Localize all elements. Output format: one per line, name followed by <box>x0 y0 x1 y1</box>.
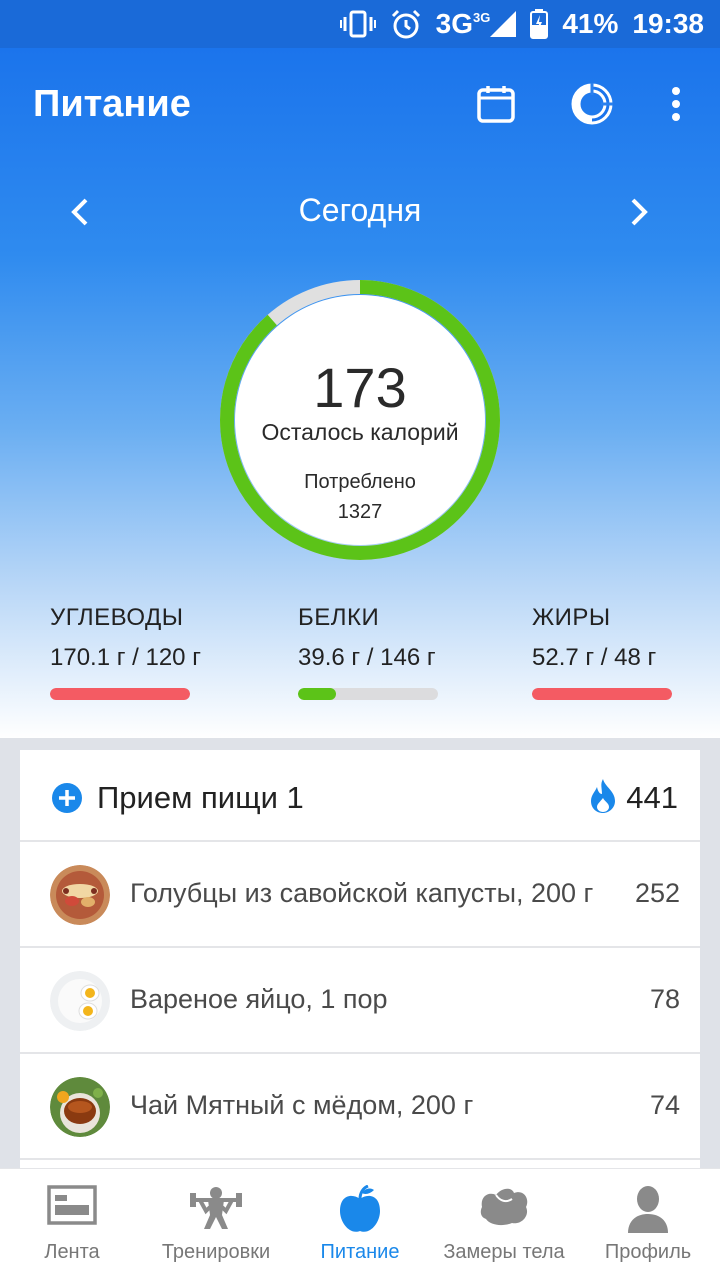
food-name: Вареное яйцо, 1 пор <box>130 984 388 1014</box>
plus-icon <box>59 790 75 806</box>
food-name: Чай Мятный с мёдом, 200 г <box>130 1090 474 1120</box>
apple-icon <box>338 1184 382 1240</box>
calendar-icon <box>477 86 515 123</box>
food-item[interactable]: Вареное яйцо, 1 пор 78 <box>20 948 700 1054</box>
nav-label: Замеры тела <box>443 1241 565 1263</box>
meal-card: Прием пищи 1 441 Голубцы из савойской ка… <box>20 750 700 1180</box>
macro-progress-bar <box>50 688 190 700</box>
meal-header[interactable]: Прием пищи 1 441 <box>20 750 700 842</box>
nav-item-feed[interactable]: Лента <box>0 1169 144 1280</box>
food-calories: 252 <box>634 878 680 908</box>
macro-carbs: УГЛЕВОДЫ 170.1 г / 120 г <box>50 604 250 700</box>
vibrate-icon <box>339 9 376 39</box>
donut-chart-icon <box>571 83 613 125</box>
network-label: 3G <box>435 8 473 39</box>
bicep-icon <box>478 1185 530 1232</box>
macro-name: БЕЛКИ <box>298 604 380 631</box>
battery-icon <box>530 9 549 39</box>
food-calories: 74 <box>649 1090 680 1120</box>
food-item[interactable]: Голубцы из савойской капусты, 200 г 252 <box>20 842 700 948</box>
feed-icon <box>47 1185 97 1230</box>
nav-label: Лента <box>44 1241 100 1263</box>
calories-remaining-label: Осталось калорий <box>261 419 459 445</box>
network-small-label: 3G <box>472 9 491 25</box>
calories-consumed-label: Потреблено <box>304 471 416 493</box>
status-bar: 3G 3G 41% 19:38 <box>0 0 720 48</box>
date-label: Сегодня <box>298 192 422 228</box>
battery-percent: 41% <box>562 8 619 39</box>
more-vert-icon <box>672 87 680 121</box>
page-title: Питание <box>33 82 191 125</box>
calorie-ring: 173 Осталось калорий Потреблено 1327 <box>219 279 501 561</box>
alarm-icon <box>390 8 422 40</box>
calendar-button[interactable] <box>474 82 518 126</box>
macro-fat: ЖИРЫ 52.7 г / 48 г <box>532 604 720 700</box>
signal-3g-icon: 3G 3G <box>436 8 517 40</box>
workout-icon <box>190 1185 242 1236</box>
nav-item-body-measurements[interactable]: Замеры тела <box>432 1169 576 1280</box>
nav-label: Тренировки <box>161 1241 271 1263</box>
nav-item-nutrition[interactable]: Питание <box>288 1169 432 1280</box>
profile-icon <box>626 1185 670 1238</box>
calories-remaining-value: 173 <box>313 356 407 419</box>
app-bar: Питание <box>0 48 720 160</box>
food-calories: 78 <box>649 984 680 1014</box>
macro-value: 39.6 г / 146 г <box>298 644 436 671</box>
date-navigator: Сегодня <box>0 188 720 238</box>
macro-progress-bar <box>532 688 672 700</box>
nav-item-profile[interactable]: Профиль <box>576 1169 720 1280</box>
macro-name: УГЛЕВОДЫ <box>50 604 184 631</box>
chevron-right-icon <box>631 198 648 226</box>
food-thumbnail <box>50 971 110 1031</box>
macro-value: 170.1 г / 120 г <box>50 644 201 671</box>
nav-label: Профиль <box>604 1241 692 1263</box>
more-options-button[interactable] <box>654 82 698 126</box>
calorie-ring-center: 173 Осталось калорий Потреблено 1327 <box>235 295 485 545</box>
food-name: Голубцы из савойской капусты, 200 г <box>130 878 594 908</box>
macro-name: ЖИРЫ <box>532 604 611 631</box>
macro-value: 52.7 г / 48 г <box>532 644 657 671</box>
nutrition-summary: Питание Сегодня 173 Осталось калорий Пот… <box>0 48 720 738</box>
bottom-navigation: Лента Тренировки Питание Замеры тела Про… <box>0 1168 720 1280</box>
food-thumbnail <box>50 1077 110 1137</box>
nav-item-workouts[interactable]: Тренировки <box>144 1169 288 1280</box>
clock: 19:38 <box>632 8 704 39</box>
meal-title: Прием пищи 1 <box>97 780 304 815</box>
calories-consumed-value: 1327 <box>337 501 383 523</box>
meal-calories: 441 <box>626 780 678 815</box>
next-day-button[interactable] <box>615 190 665 234</box>
statistics-button[interactable] <box>570 82 614 126</box>
flame-icon <box>588 778 618 819</box>
macro-progress-fill <box>532 688 672 700</box>
macro-progress-fill <box>298 688 336 700</box>
macro-progress-bar <box>298 688 438 700</box>
add-food-button[interactable] <box>52 783 82 813</box>
macro-protein: БЕЛКИ 39.6 г / 146 г <box>298 604 498 700</box>
food-item[interactable]: Чай Мятный с мёдом, 200 г 74 <box>20 1054 700 1160</box>
food-thumbnail <box>50 865 110 925</box>
macro-progress-fill <box>50 688 190 700</box>
nav-label: Питание <box>320 1241 400 1263</box>
